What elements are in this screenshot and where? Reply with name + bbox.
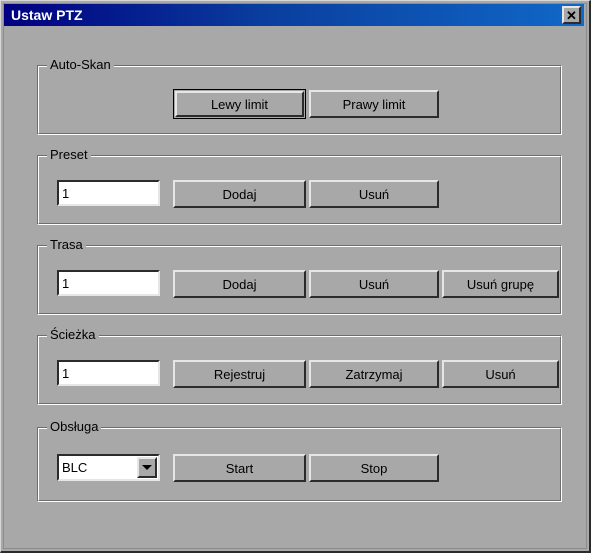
trasa-number-input[interactable]: 1 — [57, 270, 160, 296]
group-trasa-label: Trasa — [47, 238, 86, 252]
button-sciezka-zatrzymaj[interactable]: Zatrzymaj — [309, 360, 439, 388]
group-sciezka-label: Ścieżka — [47, 328, 99, 342]
button-prawy-limit[interactable]: Prawy limit — [309, 90, 439, 118]
button-lewy-limit-label: Lewy limit — [175, 91, 304, 117]
chevron-down-icon — [142, 465, 152, 470]
button-trasa-dodaj[interactable]: Dodaj — [173, 270, 306, 298]
obsluga-mode-dropdown-button[interactable] — [137, 457, 157, 478]
button-trasa-usun-grupe[interactable]: Usuń grupę — [442, 270, 559, 298]
button-obsluga-start[interactable]: Start — [173, 454, 306, 482]
group-obsluga: Obsługa BLC Start Stop — [37, 420, 562, 502]
dialog-client-area: Auto-Skan Lewy limit Prawy limit Preset … — [4, 27, 584, 547]
group-auto-skan: Auto-Skan Lewy limit Prawy limit — [37, 58, 562, 135]
group-preset: Preset 1 Dodaj Usuń — [37, 148, 562, 225]
group-obsluga-label: Obsługa — [47, 420, 102, 434]
preset-number-input[interactable]: 1 — [57, 180, 160, 206]
obsluga-mode-value: BLC — [62, 460, 88, 475]
button-sciezka-rejestruj[interactable]: Rejestruj — [173, 360, 306, 388]
obsluga-mode-select[interactable]: BLC — [57, 454, 160, 481]
title-bar[interactable]: Ustaw PTZ ✕ — [4, 4, 584, 26]
window-title: Ustaw PTZ — [11, 7, 83, 23]
button-sciezka-usun[interactable]: Usuń — [442, 360, 559, 388]
dialog-window: Ustaw PTZ ✕ Auto-Skan Lewy limit Prawy l… — [0, 0, 591, 553]
close-icon: ✕ — [566, 7, 577, 23]
group-auto-skan-label: Auto-Skan — [47, 58, 114, 72]
button-lewy-limit[interactable]: Lewy limit — [173, 89, 306, 119]
sciezka-number-input[interactable]: 1 — [57, 360, 160, 386]
group-trasa: Trasa 1 Dodaj Usuń Usuń grupę — [37, 238, 562, 315]
close-button[interactable]: ✕ — [562, 6, 581, 24]
group-sciezka: Ścieżka 1 Rejestruj Zatrzymaj Usuń — [37, 328, 562, 405]
button-preset-usun[interactable]: Usuń — [309, 180, 439, 208]
button-preset-dodaj[interactable]: Dodaj — [173, 180, 306, 208]
group-preset-label: Preset — [47, 148, 91, 162]
button-trasa-usun[interactable]: Usuń — [309, 270, 439, 298]
button-obsluga-stop[interactable]: Stop — [309, 454, 439, 482]
